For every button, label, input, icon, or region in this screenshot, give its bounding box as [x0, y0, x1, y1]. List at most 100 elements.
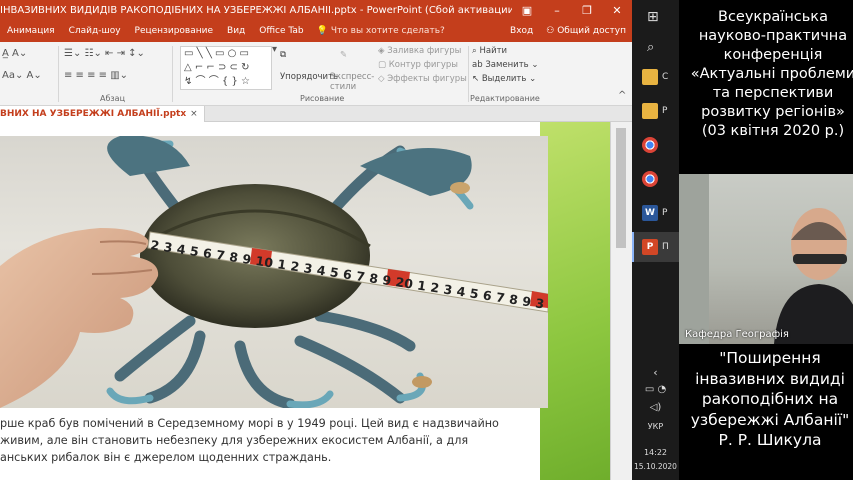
taskbar-item-folder-2[interactable]: Р	[632, 96, 679, 126]
vertical-scrollbar[interactable]	[610, 122, 632, 480]
conference-title: Всеукраїнська науково-практична конферен…	[683, 8, 853, 141]
outline-button[interactable]: ▢ Контур фигуры	[378, 60, 458, 70]
fill-label: Заливка фигуры	[387, 46, 462, 56]
outline-label: Контур фигуры	[388, 60, 459, 70]
replace-button[interactable]: ab Заменить ⌄	[472, 60, 538, 70]
divider	[172, 46, 173, 102]
folder-icon	[642, 103, 658, 119]
language-indicator[interactable]: УКР	[632, 422, 679, 431]
font-color-icon[interactable]: Aa⌄ A⌄	[2, 70, 42, 81]
minimize-icon[interactable]: –	[542, 4, 572, 17]
find-label: Найти	[479, 46, 508, 56]
tab-close-icon[interactable]: ×	[190, 109, 198, 119]
clock-time[interactable]: 14:22	[632, 448, 679, 457]
arrange-icon: ⧉	[280, 50, 287, 60]
slide: 2 3 4 5 6 7 8 9 10 1 2 3 4 5 6 7 8 9 20 …	[0, 122, 610, 480]
slide-text[interactable]: рше краб був помічений в Середземному мо…	[0, 415, 560, 466]
ribbon-display-icon[interactable]: ▣	[512, 4, 542, 17]
window-title: ІНВАЗИВНИХ ВИДИДІВ РАКОПОДІБНИХ НА УЗБЕР…	[0, 4, 512, 16]
slide-editor: 2 3 4 5 6 7 8 9 10 1 2 3 4 5 6 7 8 9 20 …	[0, 122, 632, 480]
document-tab[interactable]: ВНИХ НА УЗБЕРЕЖЖІ АЛБАНІЇ.pptx ×	[0, 106, 205, 122]
tell-me-box[interactable]: 💡 Что вы хотите сделать?	[311, 26, 445, 36]
font-size-increase-icon[interactable]: A̲ A⌄	[2, 48, 27, 59]
lightbulb-icon: 💡	[316, 26, 328, 36]
powerpoint-icon: P	[642, 239, 658, 255]
camera-label: Кафедра Географія	[685, 329, 789, 340]
search-icon: ⌕	[647, 39, 655, 55]
align-icon[interactable]: ≡ ≡ ≡ ≡ ▥⌄	[64, 70, 128, 81]
folder-icon	[642, 69, 658, 85]
scrollbar-thumb[interactable]	[616, 128, 626, 248]
taskbar-item-powerpoint[interactable]: P П	[632, 232, 679, 262]
effects-button[interactable]: ◇ Эффекты фигуры	[378, 74, 467, 84]
close-icon[interactable]: ✕	[602, 4, 632, 17]
tab-review[interactable]: Рецензирование	[128, 26, 220, 36]
divider	[468, 46, 469, 102]
tab-slideshow[interactable]: Слайд-шоу	[62, 26, 128, 36]
person-icon: ⚇	[546, 26, 558, 36]
battery-network-icon[interactable]: ▭ ◔	[632, 384, 679, 395]
taskbar-item-label: П	[662, 242, 669, 252]
search-button[interactable]: ⌕	[632, 32, 679, 62]
editing-group-label: Редактирование	[470, 94, 540, 103]
conference-line: та перспективи	[712, 85, 834, 101]
taskbar-item-chrome-1[interactable]	[632, 130, 679, 160]
taskbar-item-folder-1[interactable]: С	[632, 62, 679, 92]
title-bar: ІНВАЗИВНИХ ВИДИДІВ РАКОПОДІБНИХ НА УЗБЕР…	[0, 0, 632, 20]
ribbon: A̲ A⌄ Aa⌄ A⌄ ☰⌄ ☷⌄ ⇤ ⇥ ↕⌄ ≡ ≡ ≡ ≡ ▥⌄ Абз…	[0, 42, 632, 106]
talk-title: "Поширення інвазивних видиді ракоподібни…	[681, 348, 853, 451]
volume-icon[interactable]: ◁)	[632, 402, 679, 413]
word-icon: W	[642, 205, 658, 221]
taskbar-item-chrome-2[interactable]	[632, 164, 679, 194]
show-hidden-icons-icon[interactable]: ‹	[632, 366, 679, 379]
select-button[interactable]: ↖ Выделить ⌄	[472, 74, 536, 84]
fill-button[interactable]: ◈ Заливка фигуры	[378, 46, 461, 56]
tab-animation[interactable]: Анимация	[0, 26, 62, 36]
drawing-group-label: Рисование	[300, 94, 345, 103]
bullets-icon[interactable]: ☰⌄ ☷⌄ ⇤ ⇥ ↕⌄	[64, 48, 145, 59]
conference-line: Всеукраїнська	[718, 9, 828, 25]
taskbar: ⊞ ⌕ С Р W Р P П ‹ ▭ ◔ ◁) УКР 14:22 15.10…	[632, 0, 679, 480]
tab-view[interactable]: Вид	[220, 26, 252, 36]
crab-photo-drawing: 2 3 4 5 6 7 8 9 10 1 2 3 4 5 6 7 8 9 20 …	[0, 136, 548, 408]
chrome-icon	[642, 137, 658, 153]
document-tab-label: ВНИХ НА УЗБЕРЕЖЖІ АЛБАНІЇ.pptx	[0, 109, 187, 119]
taskbar-item-label: Р	[662, 106, 668, 116]
conference-panel: Всеукраїнська науково-практична конферен…	[679, 0, 853, 480]
document-tabs: ВНИХ НА УЗБЕРЕЖЖІ АЛБАНІЇ.pptx ×	[0, 106, 632, 122]
restore-icon[interactable]: ❐	[572, 4, 602, 17]
tab-office-tab[interactable]: Office Tab	[252, 26, 310, 36]
shapes-gallery[interactable]: ▭ ╲ ╲ ▭ ○ ▭ △ ⌐ ⌐ ⊃ ⊂ ↻ ↯ ⌒ ⌒ { } ☆	[180, 46, 272, 90]
taskbar-item-label: С	[662, 72, 669, 82]
share-button[interactable]: ⚇ Общий доступ	[540, 26, 632, 36]
conference-line: (03 квітня 2020 р.)	[701, 123, 845, 139]
find-button[interactable]: ⌕ Найти	[472, 46, 507, 56]
conference-line: конференція	[723, 47, 823, 63]
talk-line: узбережжі Албанії"	[690, 410, 850, 429]
clock-date[interactable]: 15.10.2020	[632, 462, 679, 471]
start-button[interactable]: ⊞	[632, 2, 679, 32]
slide-text-line-1: рше краб був помічений в Середземному мо…	[0, 417, 499, 430]
paragraph-group-label: Абзац	[100, 94, 126, 103]
windows-icon: ⊞	[647, 9, 659, 25]
slide-text-line-2: живим, але він становить небезпеку для у…	[0, 434, 469, 447]
powerpoint-window: ІНВАЗИВНИХ ВИДИДІВ РАКОПОДІБНИХ НА УЗБЕР…	[0, 0, 632, 480]
conference-line: «Актуальні проблеми	[690, 66, 853, 82]
collapse-ribbon-icon[interactable]: ^	[618, 90, 626, 101]
express-styles-button[interactable]: Экспресс-стили	[330, 72, 374, 92]
taskbar-item-word[interactable]: W Р	[632, 198, 679, 228]
signin-link[interactable]: Вход	[503, 26, 540, 36]
gallery-more-icon[interactable]: ▾	[272, 44, 277, 55]
replace-label: Заменить	[485, 60, 529, 70]
effects-label: Эффекты фигуры	[387, 74, 467, 84]
brush-icon: ✎	[340, 50, 348, 60]
talk-line: ракоподібних на	[701, 390, 839, 408]
chrome-icon	[642, 171, 658, 187]
speaker-video	[679, 174, 853, 344]
tell-me-text: Что вы хотите сделать?	[330, 26, 445, 36]
share-label: Общий доступ	[557, 26, 626, 36]
select-label: Выделить	[481, 74, 527, 84]
divider	[58, 46, 59, 102]
screen: ІНВАЗИВНИХ ВИДИДІВ РАКОПОДІБНИХ НА УЗБЕР…	[0, 0, 853, 480]
slide-text-line-3: анських рибалок він є джерелом щоденних …	[0, 451, 332, 464]
